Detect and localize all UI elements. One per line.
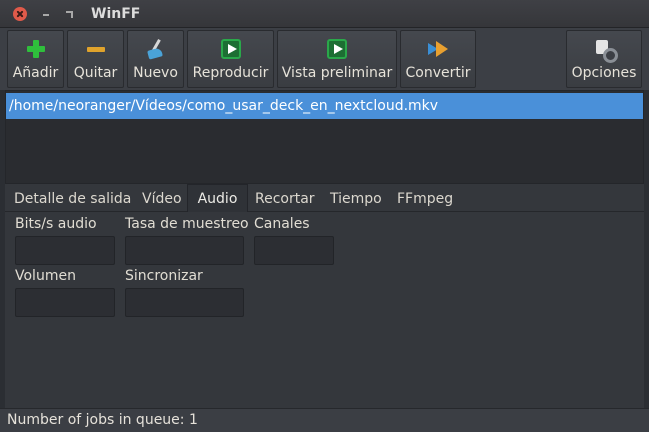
broom-icon xyxy=(146,39,166,59)
channels-label: Canales xyxy=(254,216,310,232)
convert-button[interactable]: Convertir xyxy=(400,30,476,88)
job-queue-status: Number of jobs in queue: 1 xyxy=(7,412,198,428)
play-icon xyxy=(220,39,241,59)
play-button-label: Reproducir xyxy=(192,65,269,81)
audio-settings-panel: Bits/s audio Tasa de muestreo Canales Vo… xyxy=(5,212,644,408)
remove-button-label: Quitar xyxy=(73,65,118,81)
sample-rate-input[interactable] xyxy=(125,236,244,265)
add-button-label: Añadir xyxy=(12,65,59,81)
new-button-label: Nuevo xyxy=(133,65,178,81)
tab-audio[interactable]: Audio xyxy=(187,184,248,213)
new-button[interactable]: Nuevo xyxy=(127,30,184,88)
tab-time[interactable]: Tiempo xyxy=(330,184,382,212)
title-bar: WinFF xyxy=(0,0,649,28)
volume-label: Volumen xyxy=(15,268,76,284)
window-title: WinFF xyxy=(91,6,141,22)
file-list-item[interactable]: /home/neoranger/Vídeos/como_usar_deck_en… xyxy=(6,93,643,119)
sync-label: Sincronizar xyxy=(125,268,203,284)
toolbar: Añadir Quitar Nuevo Reproducir Vista pre… xyxy=(0,28,649,90)
plus-icon xyxy=(26,39,46,59)
play-button[interactable]: Reproducir xyxy=(187,30,274,88)
add-button[interactable]: Añadir xyxy=(7,30,64,88)
sample-rate-label: Tasa de muestreo xyxy=(125,216,249,232)
minimize-window-button[interactable] xyxy=(39,7,53,21)
tab-ffmpeg[interactable]: FFmpeg xyxy=(397,184,453,212)
options-button-label: Opciones xyxy=(571,65,637,81)
audio-bitrate-label: Bits/s audio xyxy=(15,216,97,232)
minus-icon xyxy=(86,39,106,59)
audio-bitrate-input[interactable] xyxy=(15,236,115,265)
tab-output-details[interactable]: Detalle de salida xyxy=(14,184,131,212)
preview-play-icon xyxy=(327,39,347,59)
preview-button-label: Vista preliminar xyxy=(281,65,393,81)
maximize-window-button[interactable] xyxy=(62,7,76,21)
tab-video[interactable]: Vídeo xyxy=(142,184,182,212)
sync-input[interactable] xyxy=(125,288,244,317)
volume-input[interactable] xyxy=(15,288,115,317)
preview-button[interactable]: Vista preliminar xyxy=(277,30,397,88)
convert-button-label: Convertir xyxy=(405,65,471,81)
status-bar: Number of jobs in queue: 1 xyxy=(0,408,649,432)
file-list[interactable]: /home/neoranger/Vídeos/como_usar_deck_en… xyxy=(5,90,644,184)
remove-button[interactable]: Quitar xyxy=(67,30,124,88)
tab-bar: Detalle de salida Vídeo Audio Recortar T… xyxy=(5,184,644,213)
convert-arrow-icon xyxy=(428,39,448,59)
settings-icon xyxy=(594,39,618,63)
channels-input[interactable] xyxy=(254,236,334,265)
options-button[interactable]: Opciones xyxy=(566,30,642,88)
tab-crop[interactable]: Recortar xyxy=(255,184,315,212)
close-window-button[interactable] xyxy=(13,7,27,21)
